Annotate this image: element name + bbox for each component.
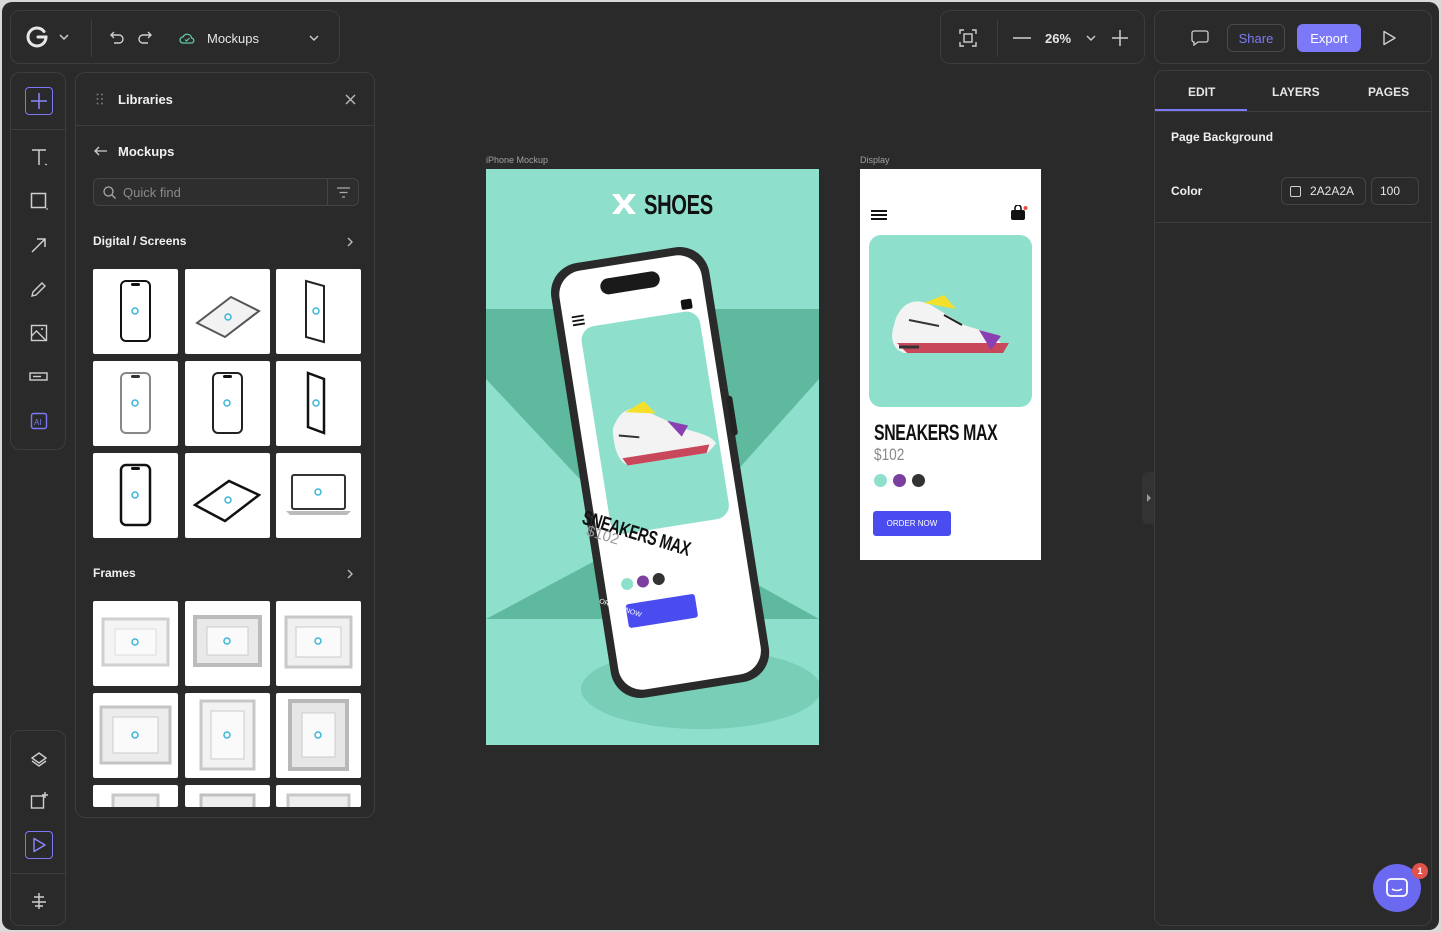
align-icon[interactable]	[25, 887, 53, 915]
color-swatch-preview[interactable]	[1290, 186, 1301, 197]
color-swatch[interactable]	[874, 474, 887, 487]
bottom-tools-toolbar	[10, 730, 67, 926]
frame-thumbnail[interactable]	[185, 785, 270, 807]
share-button[interactable]: Share	[1227, 24, 1285, 52]
frame-thumbnail[interactable]	[276, 785, 361, 807]
mockup-thumbnail[interactable]	[185, 269, 270, 354]
drag-handle-icon[interactable]	[96, 93, 104, 105]
mockup-thumbnail[interactable]	[185, 361, 270, 446]
order-now-label: ORDER NOW	[886, 519, 938, 528]
filter-icon[interactable]	[337, 187, 350, 198]
input-icon[interactable]	[25, 363, 53, 391]
comment-icon[interactable]	[1191, 30, 1209, 46]
section-title-frames[interactable]: Frames	[93, 566, 136, 580]
color-hex-value[interactable]: 2A2A2A	[1310, 184, 1354, 198]
artboard-label[interactable]: iPhone Mockup	[486, 155, 548, 165]
zoom-in-icon[interactable]	[1112, 30, 1128, 46]
zoom-toolbar: 26%	[940, 10, 1145, 64]
section-title-page-background: Page Background	[1171, 130, 1274, 144]
svg-text:AI: AI	[34, 418, 42, 427]
frame-thumbnail[interactable]	[185, 693, 270, 778]
artboard-label[interactable]: Display	[860, 155, 890, 165]
opacity-value[interactable]: 100	[1380, 184, 1400, 198]
properties-panel: EDIT LAYERS PAGES Page Background Color …	[1154, 70, 1432, 926]
frame-thumbnail[interactable]	[276, 693, 361, 778]
notification-badge: 1	[1412, 863, 1428, 879]
image-icon[interactable]	[25, 319, 53, 347]
opacity-field[interactable]: 100	[1371, 177, 1419, 205]
add-icon[interactable]	[25, 87, 53, 115]
mockup-thumbnail[interactable]	[276, 453, 361, 538]
pen-icon[interactable]	[25, 275, 53, 303]
color-swatch[interactable]	[912, 474, 925, 487]
section-title-digital-screens[interactable]: Digital / Screens	[93, 234, 186, 248]
product-price: $102	[874, 445, 905, 464]
frame-thumbnail[interactable]	[93, 693, 178, 778]
redo-icon[interactable]	[137, 30, 153, 46]
project-name[interactable]: Mockups	[207, 31, 259, 46]
close-icon[interactable]	[345, 94, 356, 105]
frame-thumbnail[interactable]	[93, 601, 178, 686]
tab-layers[interactable]: LAYERS	[1272, 85, 1320, 99]
play-preview-icon[interactable]	[1381, 30, 1397, 46]
add-frame-icon[interactable]	[25, 787, 53, 815]
brand-name: SHOES	[644, 189, 713, 220]
app-logo-icon[interactable]	[25, 25, 49, 49]
zoom-menu-chevron-icon[interactable]	[1086, 34, 1096, 42]
ai-icon[interactable]: AI	[25, 407, 53, 435]
collapse-panel-handle[interactable]	[1142, 472, 1154, 524]
color-hex-field[interactable]: 2A2A2A	[1281, 177, 1366, 205]
product-image	[869, 235, 1032, 407]
tab-edit[interactable]: EDIT	[1188, 85, 1215, 99]
search-icon	[103, 186, 116, 199]
chat-icon	[1386, 878, 1408, 897]
library-breadcrumb[interactable]: Mockups	[118, 144, 174, 159]
menu-icon[interactable]	[871, 209, 887, 221]
zoom-level[interactable]: 26%	[1045, 31, 1071, 46]
panel-title: Libraries	[118, 92, 173, 107]
layers-icon[interactable]	[25, 745, 53, 773]
zoom-out-icon[interactable]	[1013, 37, 1031, 39]
search-field[interactable]: Quick find	[93, 178, 359, 206]
arrow-icon[interactable]	[25, 231, 53, 259]
chevron-right-icon[interactable]	[347, 237, 353, 247]
frame-thumbnail[interactable]	[93, 785, 178, 807]
mockup-thumbnail[interactable]	[93, 269, 178, 354]
rectangle-icon[interactable]	[25, 187, 53, 215]
text-icon[interactable]	[25, 143, 53, 171]
logo-chevron-down-icon[interactable]	[59, 33, 69, 41]
cloud-saved-icon	[179, 32, 195, 44]
mockup-thumbnail[interactable]	[276, 361, 361, 446]
export-button[interactable]: Export	[1297, 24, 1361, 52]
undo-icon[interactable]	[109, 30, 125, 46]
shopping-bag-icon[interactable]	[1010, 205, 1028, 221]
artboard-display[interactable]: SNEAKERS MAX $102 ORDER NOW	[860, 169, 1041, 560]
tab-pages[interactable]: PAGES	[1368, 85, 1409, 99]
select-icon[interactable]	[25, 831, 53, 859]
tools-toolbar: AI	[10, 72, 67, 450]
mockup-thumbnail[interactable]	[185, 453, 270, 538]
top-right-toolbar: Share Export	[1154, 10, 1432, 64]
fit-to-screen-icon[interactable]	[959, 29, 977, 47]
color-swatch[interactable]	[893, 474, 906, 487]
color-label: Color	[1171, 184, 1203, 198]
order-now-button[interactable]: ORDER NOW	[873, 511, 951, 536]
search-input[interactable]: Quick find	[123, 185, 181, 200]
project-menu-chevron-icon[interactable]	[309, 34, 319, 42]
brand-logo-icon	[610, 193, 638, 215]
notification-count: 1	[1417, 866, 1423, 876]
chevron-right-icon[interactable]	[347, 569, 353, 579]
mockup-thumbnail[interactable]	[93, 453, 178, 538]
product-name: SNEAKERS MAX	[874, 420, 998, 445]
mockup-thumbnail[interactable]	[276, 269, 361, 354]
app-window: Mockups 26% Share Export AI Libraries Mo…	[2, 2, 1439, 930]
frame-thumbnail[interactable]	[185, 601, 270, 686]
top-left-toolbar: Mockups	[10, 10, 340, 64]
artboard-iphone-mockup[interactable]: SHOES SNEAKERS MAX $102 ORDER NOW	[486, 169, 819, 745]
libraries-panel: Libraries Mockups Quick find Digital / S…	[75, 72, 375, 818]
back-arrow-icon[interactable]	[94, 146, 108, 156]
frame-thumbnail[interactable]	[276, 601, 361, 686]
mockup-thumbnail[interactable]	[93, 361, 178, 446]
